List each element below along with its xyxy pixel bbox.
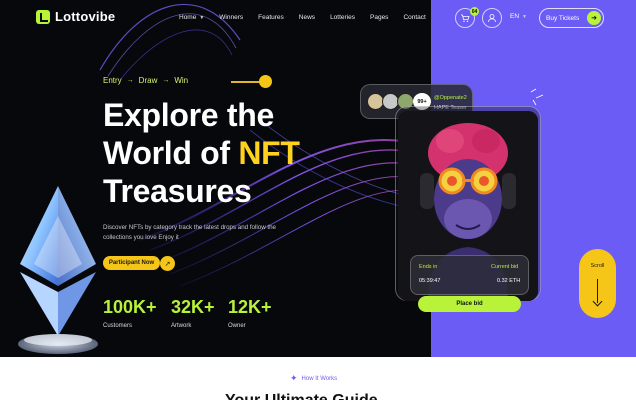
title-line-3: Treasures [103,173,252,209]
arrow-right-icon: ➜ [587,11,601,25]
ends-in-label: Ends in [419,264,438,270]
main-nav: Home ▼ Winners Features News Lotteries Pa… [179,14,441,21]
logo[interactable]: Lottovibe [36,9,115,24]
scroll-label: Scroll [590,263,605,269]
stat-value: 12K+ [228,297,272,317]
ends-in-value: 05:39:47 [419,278,441,284]
nav-label: Home [179,14,197,21]
place-bid-button[interactable]: Place bid [418,296,521,312]
step-entry: Entry [103,76,122,85]
title-line-1: Explore the [103,97,274,133]
hero-section: Lottovibe Home ▼ Winners Features News Lo… [0,0,636,357]
user-button[interactable] [482,8,502,28]
sparkle-icon [530,88,544,106]
stat-owner: 12K+ Owner [228,297,296,329]
hero-title: Explore the World of NFT Treasures [103,96,300,210]
stat-label: Artwork [171,323,192,329]
nav-item-pages[interactable]: Pages [370,14,388,21]
chevron-down-icon: ▼ [522,13,527,20]
stat-artwork: 32K+ Artwork [171,297,228,329]
title-highlight: NFT [238,135,300,171]
stat-value: 100K+ [103,297,157,317]
nav-item-features[interactable]: Features [258,14,284,21]
nav-item-lotteries[interactable]: Lotteries [330,14,355,21]
logo-mark-icon [36,9,50,24]
stat-label: Owner [228,323,246,329]
bid-info-panel: Ends in Current bid 05:39:47 0.32 ETH [410,255,529,295]
ethereum-crystal-image [18,186,98,354]
nav-item-winners[interactable]: Winners [219,14,243,21]
scroll-button[interactable]: Scroll [579,249,616,318]
language-value: EN [510,13,520,20]
section-kicker-label: How It Works [301,375,338,382]
section-heading: Your Ultimate Guide [225,392,378,400]
nav-item-home[interactable]: Home ▼ [179,14,204,21]
step-win: Win [174,76,189,85]
collector-handle: @Oppenate2 [434,95,467,101]
arrow-right-icon: → [162,77,170,84]
toggle-knob [259,75,272,88]
decorative-toggle [231,75,272,88]
cart-badge: 04 [470,7,479,16]
stat-value: 32K+ [171,297,215,317]
stat-customers: 100K+ Customers [103,297,171,329]
steps-indicator: Entry → Draw → Win [103,76,188,85]
nav-item-news[interactable]: News [299,14,315,21]
current-bid-value: 0.32 ETH [497,278,521,284]
user-icon [488,14,496,23]
logo-text: Lottovibe [55,9,116,24]
step-draw: Draw [138,76,158,85]
arrow-down-head [592,296,603,307]
arrow-up-right-icon[interactable]: ↗ [160,256,175,271]
current-bid-label: Current bid [491,264,519,270]
chevron-down-icon: ▼ [199,14,205,21]
nav-item-contact[interactable]: Contact [403,14,425,21]
sparkle-icon: ✦ [290,373,298,383]
title-line-2-prefix: World of [103,135,239,171]
section-kicker: ✦ How It Works [290,373,337,384]
cart-icon [461,14,470,22]
participant-now-button[interactable]: Participant Now [103,256,160,270]
buy-tickets-label: Buy Tickets [546,14,580,22]
arrow-right-icon: → [126,77,134,84]
stat-label: Customers [103,323,133,329]
buy-tickets-button[interactable]: Buy Tickets ➜ [539,8,604,28]
language-select[interactable]: EN ▼ [510,13,527,20]
hero-description: Discover NFTs by category track the late… [103,224,276,241]
hero-stats: 100K+ Customers 32K+ Artwork 12K+ Owner [103,297,296,329]
